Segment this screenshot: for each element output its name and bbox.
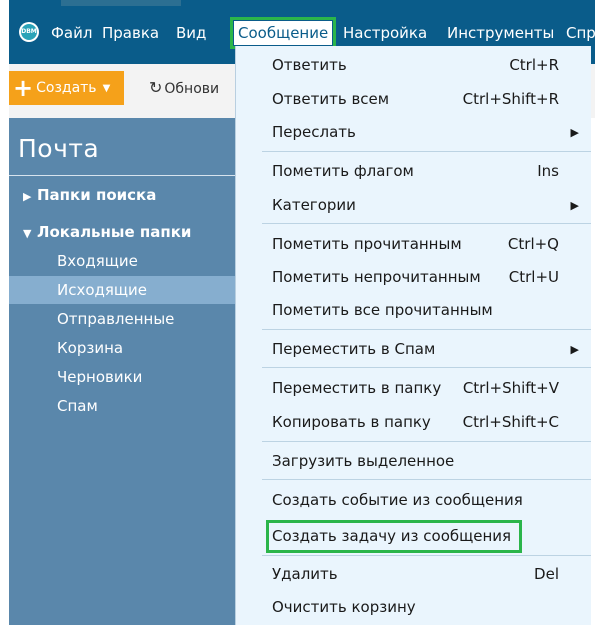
menu-item-label: Переслать — [272, 123, 356, 141]
sidebar-title: Почта — [18, 134, 100, 163]
menu-message[interactable]: Сообщение — [229, 17, 337, 49]
submenu-arrow-icon: ▶ — [570, 199, 579, 212]
folder-group-local-label: Локальные папки — [37, 223, 192, 241]
submenu-arrow-icon: ▶ — [570, 126, 579, 139]
refresh-label: Обнови — [164, 81, 220, 97]
app-logo-text: DBM — [21, 24, 37, 40]
sidebar-item-outbox[interactable]: Исходящие — [9, 276, 235, 304]
menu-item-label: Загрузить выделенное — [272, 452, 455, 470]
create-button[interactable]: + Создать ▼ — [9, 71, 124, 105]
menu-item-shortcut: Ctrl+Shift+V — [462, 379, 559, 397]
menu-item-flag[interactable]: Пометить флагом Ins — [236, 155, 591, 188]
menu-item-create-event[interactable]: Создать событие из сообщения — [236, 484, 591, 517]
menu-edit[interactable]: Правка — [102, 21, 159, 45]
sidebar-item-sent[interactable]: Отправленные — [9, 305, 235, 333]
menu-separator — [262, 441, 591, 442]
menu-item-move-to-folder[interactable]: Переместить в папку Ctrl+Shift+V — [236, 372, 591, 405]
sidebar-divider — [9, 175, 235, 176]
menu-item-mark-read[interactable]: Пометить прочитанным Ctrl+Q — [236, 228, 591, 261]
menu-item-label: Пометить все прочитанным — [272, 301, 493, 319]
menu-item-label: Очистить корзину — [272, 598, 416, 616]
menu-item-label: Переместить в Спам — [272, 340, 436, 358]
menu-item-shortcut: Ctrl+U — [508, 268, 559, 286]
submenu-arrow-icon: ▶ — [570, 343, 579, 356]
chevron-down-icon: ▼ — [102, 82, 111, 94]
menu-separator — [262, 329, 591, 330]
triangle-down-icon: ▼ — [23, 227, 32, 240]
menu-item-shortcut: Ctrl+R — [509, 56, 559, 74]
menu-item-forward[interactable]: Переслать ▶ — [236, 116, 591, 149]
menu-item-download-selected[interactable]: Загрузить выделенное — [236, 445, 591, 478]
menu-item-move-to-spam[interactable]: Переместить в Спам ▶ — [236, 333, 591, 366]
app-logo-icon: DBM — [19, 22, 39, 42]
menu-separator — [262, 151, 591, 152]
menu-item-shortcut: Ctrl+Q — [507, 235, 559, 253]
menu-separator — [262, 223, 591, 224]
menu-item-reply-all[interactable]: Ответить всем Ctrl+Shift+R — [236, 83, 591, 116]
folder-group-local[interactable]: ▼ Локальные папки — [23, 223, 191, 241]
menu-settings[interactable]: Настройка — [343, 21, 427, 45]
menu-item-label: Создать событие из сообщения — [272, 491, 523, 509]
menu-item-mark-all-read[interactable]: Пометить все прочитанным — [236, 294, 591, 327]
menu-item-label: Переместить в папку — [272, 379, 442, 397]
menu-file[interactable]: Файл — [51, 21, 92, 45]
title-strip — [61, 0, 181, 6]
menu-item-reply[interactable]: Ответить Ctrl+R — [236, 49, 591, 82]
menu-item-label: Пометить прочитанным — [272, 235, 462, 253]
menu-separator — [262, 367, 591, 368]
message-menu-dropdown: Ответить Ctrl+R Ответить всем Ctrl+Shift… — [235, 46, 591, 625]
menu-item-label: Категории — [272, 196, 356, 214]
menu-item-categories[interactable]: Категории ▶ — [236, 189, 591, 222]
sidebar: Почта ▶ Папки поиска ▼ Локальные папки Вхо… — [9, 118, 235, 625]
refresh-button[interactable]: ↻ Обнови — [149, 76, 219, 100]
menu-item-shortcut: Ins — [537, 162, 559, 180]
menu-item-shortcut: Del — [534, 565, 559, 583]
menu-item-mark-unread[interactable]: Пометить непрочитанным Ctrl+U — [236, 261, 591, 294]
sidebar-item-inbox[interactable]: Входящие — [9, 247, 235, 275]
menu-separator — [262, 479, 591, 480]
menu-item-delete[interactable]: Удалить Del — [236, 558, 591, 591]
menu-view[interactable]: Вид — [176, 21, 206, 45]
highlight-box — [266, 520, 522, 553]
sidebar-item-drafts[interactable]: Черновики — [9, 363, 235, 391]
menu-help[interactable]: Спр — [566, 21, 595, 45]
folder-group-search-label: Папки поиска — [37, 186, 157, 204]
menu-separator — [262, 555, 591, 556]
create-label: Создать — [36, 80, 97, 96]
menu-tools[interactable]: Инструменты — [447, 21, 554, 45]
triangle-right-icon: ▶ — [23, 190, 32, 203]
sidebar-item-trash[interactable]: Корзина — [9, 334, 235, 362]
app-window: DBM Файл Правка Вид Сообщение Настройка … — [9, 0, 595, 625]
menu-item-shortcut: Ctrl+Shift+R — [462, 90, 559, 108]
sidebar-item-spam[interactable]: Спам — [9, 392, 235, 420]
menu-item-copy-to-folder[interactable]: Копировать в папку Ctrl+Shift+C — [236, 406, 591, 439]
menu-item-label: Копировать в папку — [272, 413, 431, 431]
plus-icon: + — [13, 74, 34, 102]
menu-item-label: Пометить флагом — [272, 162, 414, 180]
menu-item-label: Пометить непрочитанным — [272, 268, 481, 286]
folder-group-search[interactable]: ▶ Папки поиска — [23, 186, 156, 204]
menu-item-shortcut: Ctrl+Shift+C — [462, 413, 559, 431]
menu-item-label: Ответить всем — [272, 90, 390, 108]
menu-item-empty-trash[interactable]: Очистить корзину — [236, 591, 591, 624]
refresh-icon: ↻ — [149, 78, 163, 97]
menu-item-label: Ответить — [272, 56, 347, 74]
menu-item-label: Удалить — [272, 565, 338, 583]
